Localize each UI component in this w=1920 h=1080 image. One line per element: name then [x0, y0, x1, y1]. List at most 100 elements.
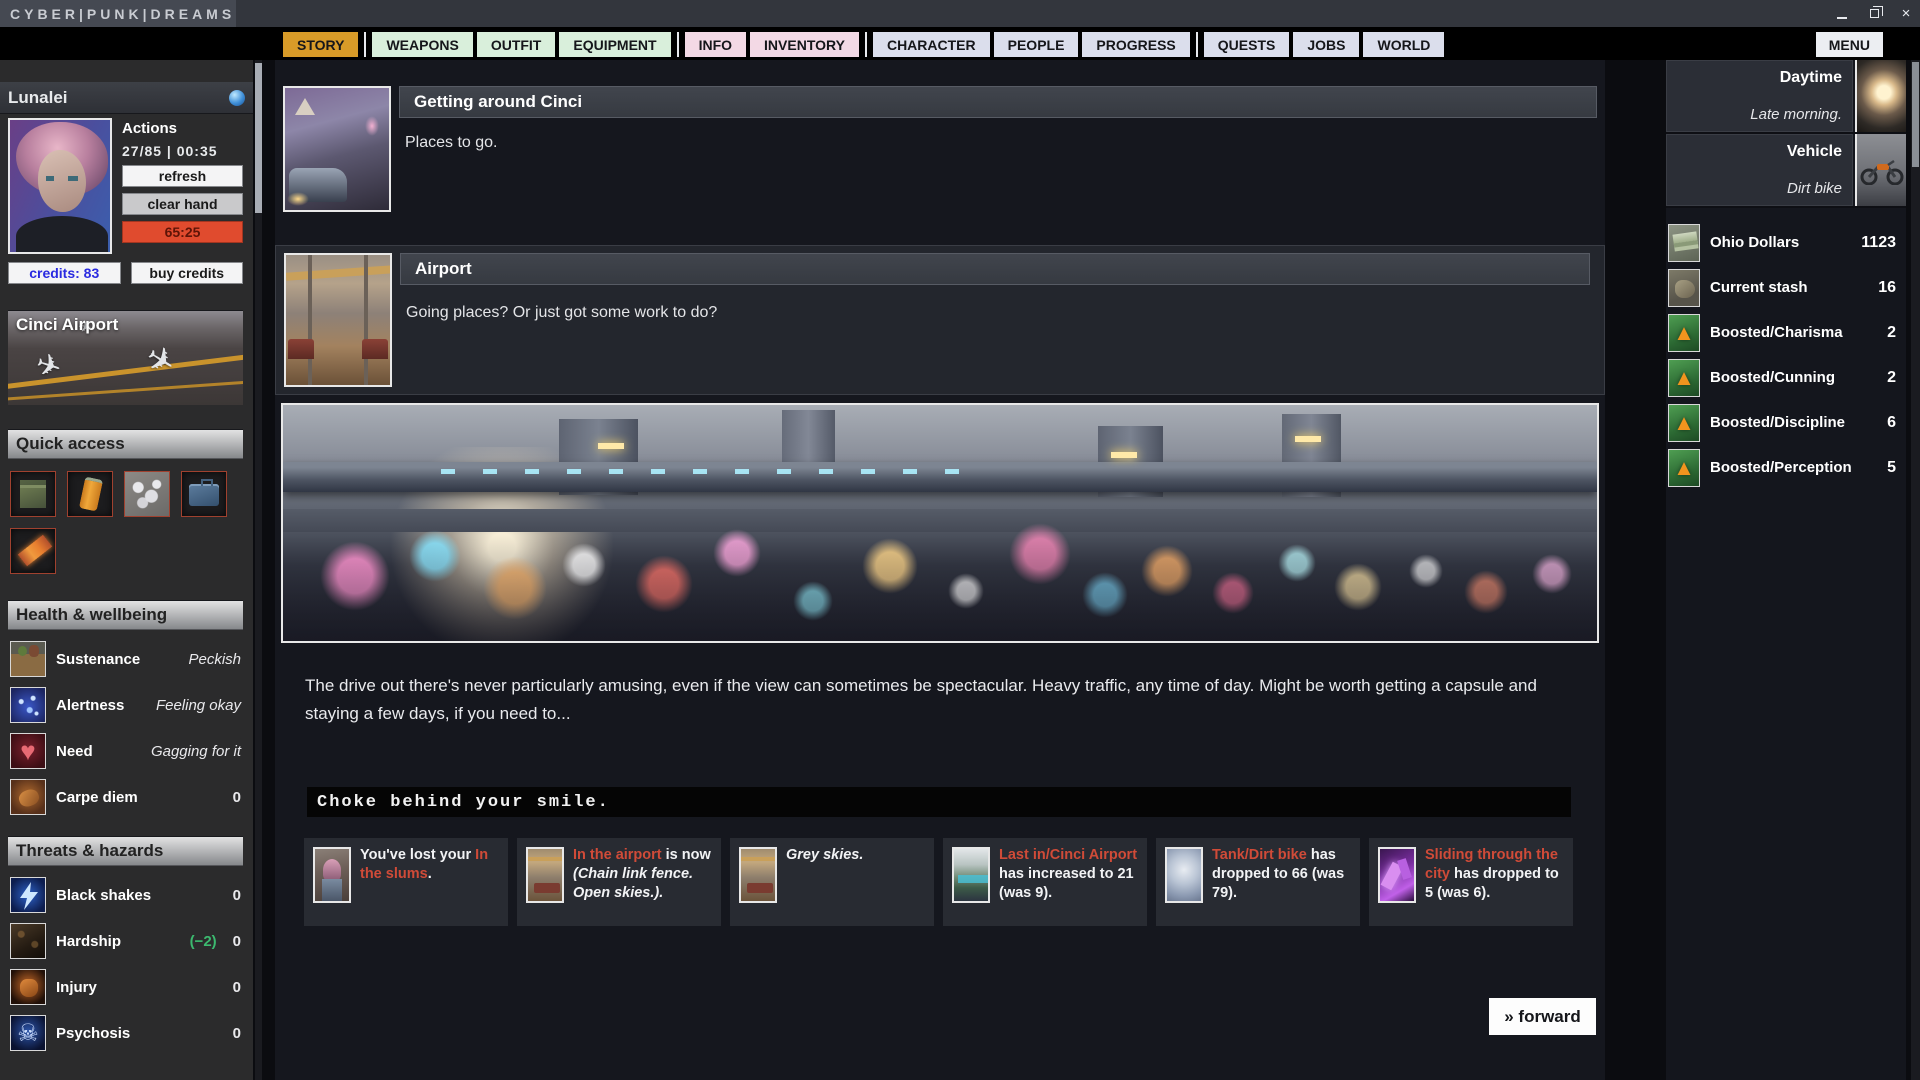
actions-value: 27/85 | 00:35: [122, 143, 243, 159]
resource-row-ohio-dollars: Ohio Dollars 1123: [1666, 220, 1906, 265]
daytime-card: Daytime Late morning.: [1666, 60, 1906, 134]
blue-orb-icon[interactable]: [229, 90, 245, 106]
cash-stack-icon: [1668, 224, 1700, 262]
tab-inventory[interactable]: INVENTORY: [750, 32, 859, 57]
threat-row-psychosis: ☠ Psychosis 0: [8, 1010, 243, 1056]
story-title: Getting around Cinci: [414, 92, 582, 112]
left-scrollbar-thumb[interactable]: [255, 63, 262, 213]
result-thumb-frost: [1165, 847, 1203, 903]
result-card: In the airport is now (Chain link fence.…: [517, 838, 721, 926]
vehicle-value: Dirt bike: [1787, 180, 1842, 197]
threat-row-injury: Injury 0: [8, 964, 243, 1010]
health-row-sustenance: Sustenance Peckish: [8, 636, 243, 682]
app-logo: CYBER|PUNK|DREAMS: [10, 6, 235, 22]
vehicle-image: [1855, 134, 1906, 206]
quick-access-grid: [8, 459, 248, 586]
tab-equipment[interactable]: EQUIPMENT: [559, 32, 670, 57]
location-name: Cinci Airport: [16, 315, 118, 335]
health-row-need: ♥ Need Gagging for it: [8, 728, 243, 774]
story-main-panel: Getting around Cinci Places to go. Airpo…: [275, 60, 1605, 1080]
scene-card-airport: Airport Going places? Or just got some w…: [275, 245, 1605, 395]
daytime-sky-image: [1855, 60, 1906, 132]
clear-hand-button[interactable]: clear hand: [122, 193, 243, 215]
result-thumb-airport: [526, 847, 564, 903]
character-name: Lunalei: [8, 88, 68, 108]
motorcycle-icon: [1860, 155, 1904, 185]
threat-rows: Black shakes 0 Hardship (−2) 0 Injury 0 …: [8, 866, 243, 1056]
main-nav-bar: STORY WEAPONS OUTFIT EQUIPMENT INFO INVE…: [0, 27, 1920, 60]
threat-row-black-shakes: Black shakes 0: [8, 872, 243, 918]
menu-button[interactable]: MENU: [1816, 32, 1883, 57]
boost-card-icon: ▲: [1668, 359, 1700, 397]
current-location-panel[interactable]: ✈ ✈ ✈ Cinci Airport: [8, 310, 243, 405]
refresh-button[interactable]: refresh: [122, 165, 243, 187]
minimize-icon[interactable]: [1834, 6, 1850, 22]
left-scrollbar: [255, 60, 262, 1080]
resource-row-current-stash: Current stash 16: [1666, 265, 1906, 310]
result-thumb-crystal: [1378, 847, 1416, 903]
result-banner-text: Choke behind your smile.: [317, 793, 610, 812]
quick-item-energy-drink[interactable]: [67, 471, 113, 517]
tab-world[interactable]: WORLD: [1363, 32, 1444, 57]
window-titlebar: CYBER|PUNK|DREAMS ×: [0, 0, 1920, 27]
story-thumbnail: [283, 86, 391, 212]
daytime-value: Late morning.: [1750, 106, 1842, 123]
forward-button[interactable]: » forward: [1489, 998, 1596, 1035]
window-controls: ×: [1834, 0, 1914, 27]
buy-credits-button[interactable]: buy credits: [131, 262, 244, 284]
hardship-delta: (−2): [190, 933, 217, 950]
tab-info[interactable]: INFO: [685, 32, 746, 57]
result-card: Grey skies.: [730, 838, 934, 926]
character-portrait: [8, 118, 112, 254]
story-title-bar: Getting around Cinci: [399, 86, 1597, 118]
result-cards: You've lost your In the slums. In the ai…: [304, 838, 1573, 926]
tab-jobs[interactable]: JOBS: [1293, 32, 1359, 57]
health-header: Health & wellbeing: [8, 600, 243, 630]
plane-icon: ✈: [138, 336, 183, 385]
quick-item-crystals[interactable]: [124, 471, 170, 517]
result-banner: Choke behind your smile.: [307, 787, 1571, 817]
nav-tabs: STORY WEAPONS OUTFIT EQUIPMENT INFO INVE…: [283, 32, 1444, 57]
result-card: You've lost your In the slums.: [304, 838, 508, 926]
resource-row-boosted-charisma: ▲ Boosted/Charisma 2: [1666, 310, 1906, 355]
health-row-alertness: Alertness Feeling okay: [8, 682, 243, 728]
quick-access-header: Quick access: [8, 429, 243, 459]
credits-button[interactable]: credits: 83: [8, 262, 121, 284]
tab-separator: [364, 32, 366, 57]
story-subtitle: Places to go.: [405, 134, 498, 152]
boost-card-icon: ▲: [1668, 404, 1700, 442]
restore-icon[interactable]: [1866, 6, 1882, 22]
resource-rows: Ohio Dollars 1123 Current stash 16 ▲ Boo…: [1666, 220, 1906, 490]
close-icon[interactable]: ×: [1898, 6, 1914, 22]
fist-icon: [10, 969, 46, 1005]
story-paragraph: The drive out there's never particularly…: [305, 672, 1575, 728]
boost-card-icon: ▲: [1668, 449, 1700, 487]
quick-item-candy-bar[interactable]: [10, 528, 56, 574]
tab-story[interactable]: STORY: [283, 32, 358, 57]
scene-thumbnail: [284, 253, 392, 387]
vehicle-card: Vehicle Dirt bike: [1666, 134, 1906, 208]
tab-people[interactable]: PEOPLE: [994, 32, 1079, 57]
right-scrollbar-thumb[interactable]: [1912, 62, 1919, 167]
refresh-timer: 65:25: [122, 221, 243, 243]
character-sidebar: Lunalei Actions 27/85 | 00:35 refresh cl…: [0, 60, 253, 1080]
threat-row-hardship: Hardship (−2) 0: [8, 918, 243, 964]
stash-bag-icon: [1668, 269, 1700, 307]
scene-panorama-image: [281, 403, 1599, 643]
tab-separator: [1196, 32, 1198, 57]
tab-quests[interactable]: QUESTS: [1204, 32, 1290, 57]
status-sidebar: Daytime Late morning. Vehicle Dirt bike …: [1666, 60, 1906, 1080]
quick-item-blue-case[interactable]: [181, 471, 227, 517]
actions-label: Actions: [122, 120, 243, 137]
sustenance-icon: [10, 641, 46, 677]
result-thumb-terminal: [952, 847, 990, 903]
need-heart-icon: ♥: [10, 733, 46, 769]
tab-progress[interactable]: PROGRESS: [1082, 32, 1189, 57]
tab-weapons[interactable]: WEAPONS: [372, 32, 472, 57]
app-logo-box: CYBER|PUNK|DREAMS: [0, 0, 236, 27]
tab-outfit[interactable]: OUTFIT: [477, 32, 556, 57]
quick-item-ration-crate[interactable]: [10, 471, 56, 517]
tab-character[interactable]: CHARACTER: [873, 32, 990, 57]
scene-subtitle: Going places? Or just got some work to d…: [406, 304, 717, 322]
tab-separator: [677, 32, 679, 57]
